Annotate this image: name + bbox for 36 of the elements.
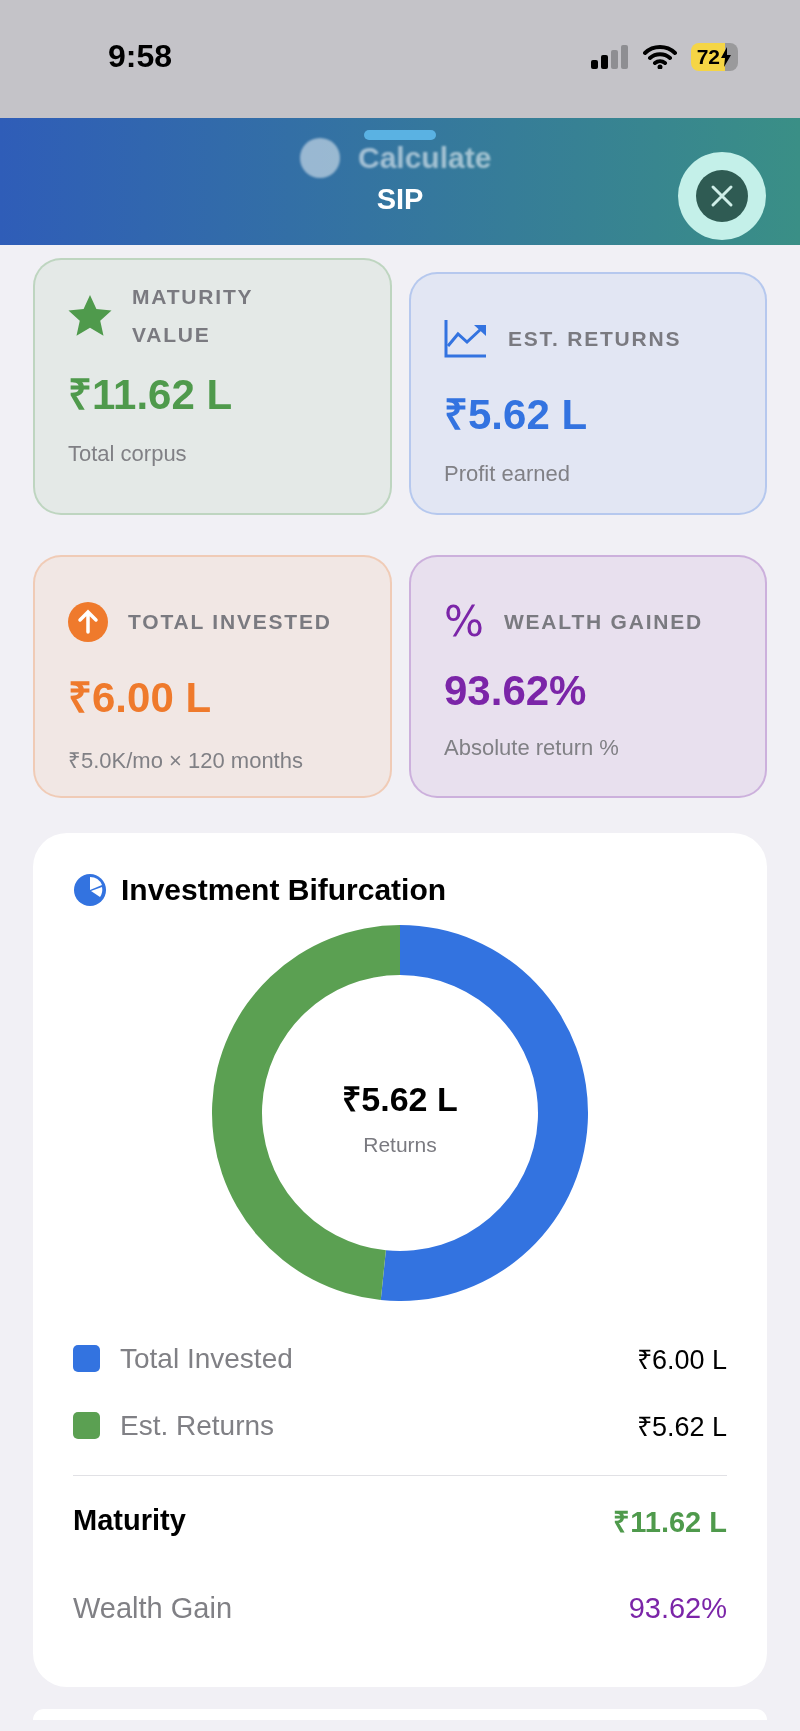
stat-label: EST. RETURNS: [508, 326, 682, 352]
close-icon: [710, 184, 734, 208]
summary-value: 93.62%: [628, 1591, 727, 1625]
legend-label: Est. Returns: [120, 1409, 276, 1442]
summary-value: ₹11.62 L: [613, 1504, 727, 1540]
sheet-title: SIP: [375, 183, 425, 216]
pie-chart-icon: [73, 873, 107, 907]
stat-value: ₹5.62 L: [444, 390, 589, 440]
card-title: Investment Bifurcation: [121, 873, 447, 907]
wifi-icon: [642, 44, 677, 69]
blurred-icon: [300, 138, 340, 178]
legend-value: ₹6.00 L: [636, 1344, 727, 1377]
status-time: 9:58: [108, 38, 173, 75]
stat-value: 93.62%: [444, 667, 588, 715]
blurred-calculate-text: Calculate: [358, 141, 492, 175]
stat-label: TOTAL INVESTED: [128, 609, 332, 635]
percent-icon: %: [444, 601, 484, 643]
stat-caption: ₹5.0K/mo × 120 months: [68, 747, 304, 774]
stat-value: ₹11.62 L: [68, 370, 234, 420]
battery-icon: 72: [690, 42, 738, 71]
stat-value: ₹6.00 L: [68, 673, 213, 723]
legend-label: Total Invested: [120, 1342, 294, 1375]
stat-label: WEALTH GAINED: [503, 609, 704, 635]
line-chart-icon: [444, 320, 488, 358]
signal-icon: [590, 44, 629, 69]
center-value: ₹5.62 L: [342, 1079, 458, 1120]
center-label: Returns: [363, 1133, 437, 1157]
stat-caption: Profit earned: [444, 461, 571, 487]
stat-label: MATURITY VALUE: [132, 284, 254, 348]
drag-handle[interactable]: [364, 130, 436, 140]
stat-caption: Total corpus: [68, 441, 188, 467]
legend-value: ₹5.62 L: [636, 1411, 727, 1444]
stat-caption: Absolute return %: [444, 735, 620, 761]
summary-label: Maturity: [73, 1503, 186, 1537]
star-icon: [68, 295, 112, 337]
summary-label: Wealth Gain: [73, 1591, 233, 1625]
